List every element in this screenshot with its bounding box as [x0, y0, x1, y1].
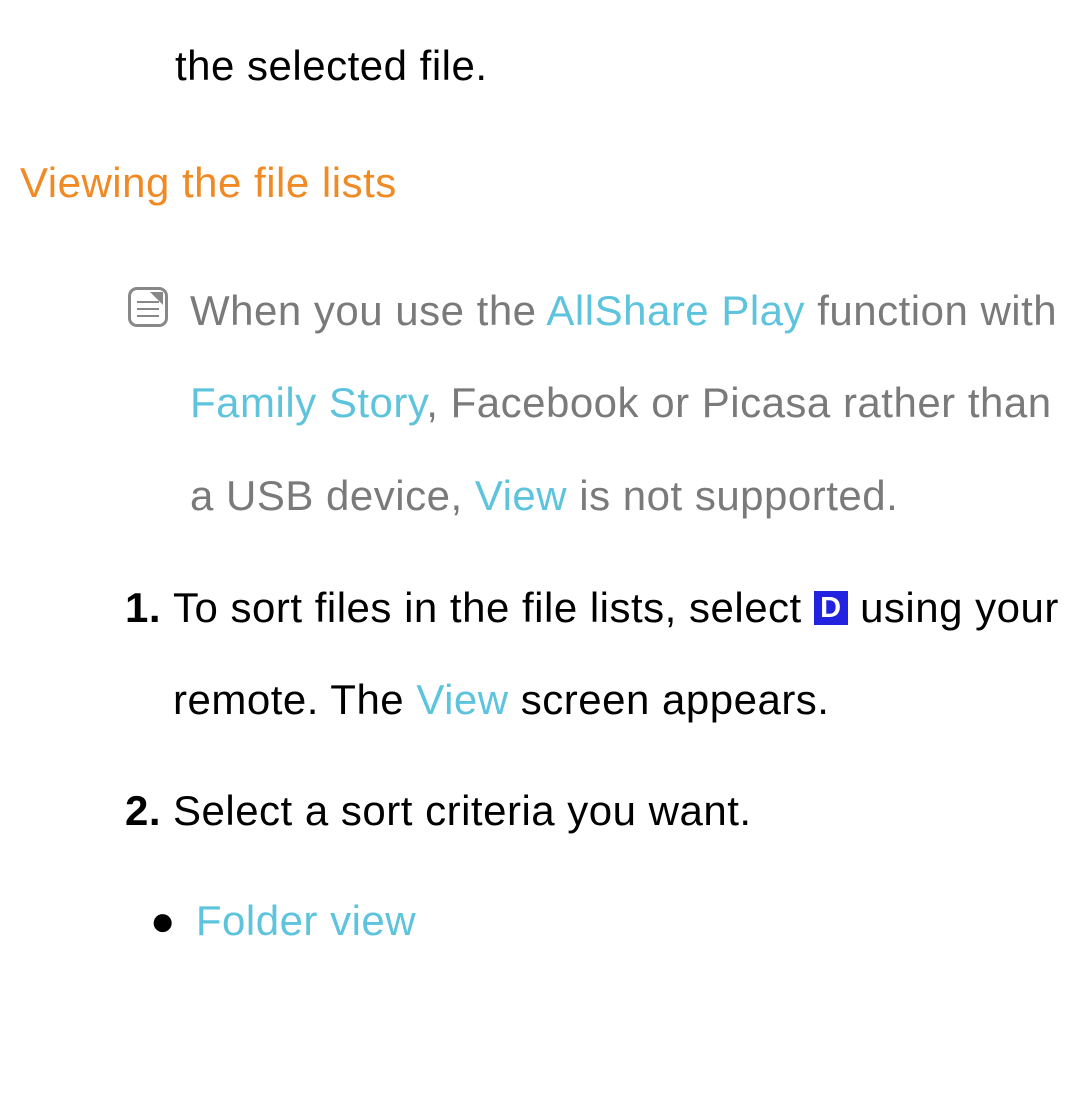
step-1-part1: To sort files in the file lists, select: [173, 584, 814, 631]
note-part4: is not supported.: [567, 472, 898, 519]
bullet-label: Folder view: [196, 875, 416, 967]
continuation-text: the selected file.: [20, 20, 1060, 112]
step-2: 2. Select a sort criteria you want.: [20, 765, 1060, 857]
step-1-part3: screen appears.: [509, 676, 830, 723]
note-block: When you use the AllShare Play function …: [20, 265, 1060, 542]
step-1: 1. To sort files in the file lists, sele…: [20, 562, 1060, 747]
step-1-text: To sort files in the file lists, select …: [173, 562, 1060, 747]
step-2-number: 2.: [125, 765, 173, 857]
step-1-number: 1.: [125, 562, 173, 654]
note-hl-view: View: [475, 472, 567, 519]
note-text: When you use the AllShare Play function …: [190, 265, 1060, 542]
note-hl-family: Family Story: [190, 379, 426, 426]
step-2-text: Select a sort criteria you want.: [173, 765, 1060, 857]
note-part2: function with: [805, 287, 1057, 334]
d-button-icon: D: [814, 591, 848, 625]
step-1-hl-view: View: [416, 676, 508, 723]
note-hl-allshare: AllShare Play: [546, 287, 805, 334]
bullet-folder-view: ● Folder view: [20, 875, 1060, 967]
section-heading: Viewing the file lists: [20, 137, 1060, 229]
note-icon: [128, 287, 168, 327]
note-part1: When you use the: [190, 287, 546, 334]
bullet-dot: ●: [150, 875, 176, 967]
